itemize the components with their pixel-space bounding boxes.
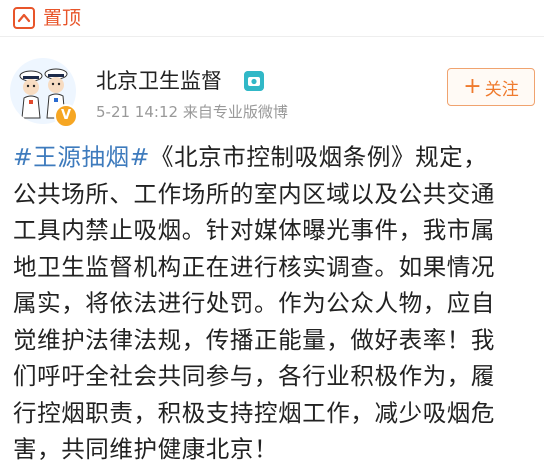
post-line: 公共场所、工作场所的室内区域以及公共交通 [13, 179, 495, 208]
member-camera-icon [244, 71, 264, 91]
pin-label: 置顶 [43, 7, 82, 29]
author-name[interactable]: 北京卫生监督 [96, 67, 222, 95]
post-meta: 5-21 14:12 来自专业版微博 [96, 101, 288, 123]
post-line: #王源抽烟#《北京市控制吸烟条例》规定， [13, 139, 541, 176]
follow-label: 关注 [484, 79, 519, 100]
pin-bar: 置顶 [0, 0, 544, 37]
post-line: 害，共同维护健康北京！ [13, 435, 279, 463]
verified-badge-icon: V [54, 104, 78, 128]
post-source: 来自专业版微博 [182, 103, 288, 121]
post-text: #王源抽烟#《北京市控制吸烟条例》规定， 公共场所、工作场所的室内区域以及公共交… [13, 139, 541, 468]
post-line: 工具内禁止吸烟。针对媒体曝光事件，我市属 [13, 216, 495, 244]
follow-button[interactable]: + 关注 [447, 68, 535, 106]
plus-icon: + [463, 74, 482, 99]
hashtag-link[interactable]: #王源抽烟# [13, 143, 150, 171]
post-line: 行控烟职责，积极支持控烟工作，减少吸烟危 [13, 398, 495, 427]
post-line: 地卫生监督机构正在进行核实调查。如果情况 [13, 252, 495, 281]
post-line-text: 《北京市控制吸烟条例》规定， [149, 143, 488, 171]
pin-icon [13, 7, 35, 29]
post-line: 觉维护法律法规，传播正能量，做好表率！我 [13, 325, 495, 354]
post-line: 属实，将依法进行处罚。作为公众人物，应自 [13, 289, 495, 317]
post-line: 们呼吁全社会共同参与，各行业积极作为，履 [13, 362, 495, 390]
post-timestamp: 5-21 14:12 [96, 103, 179, 121]
